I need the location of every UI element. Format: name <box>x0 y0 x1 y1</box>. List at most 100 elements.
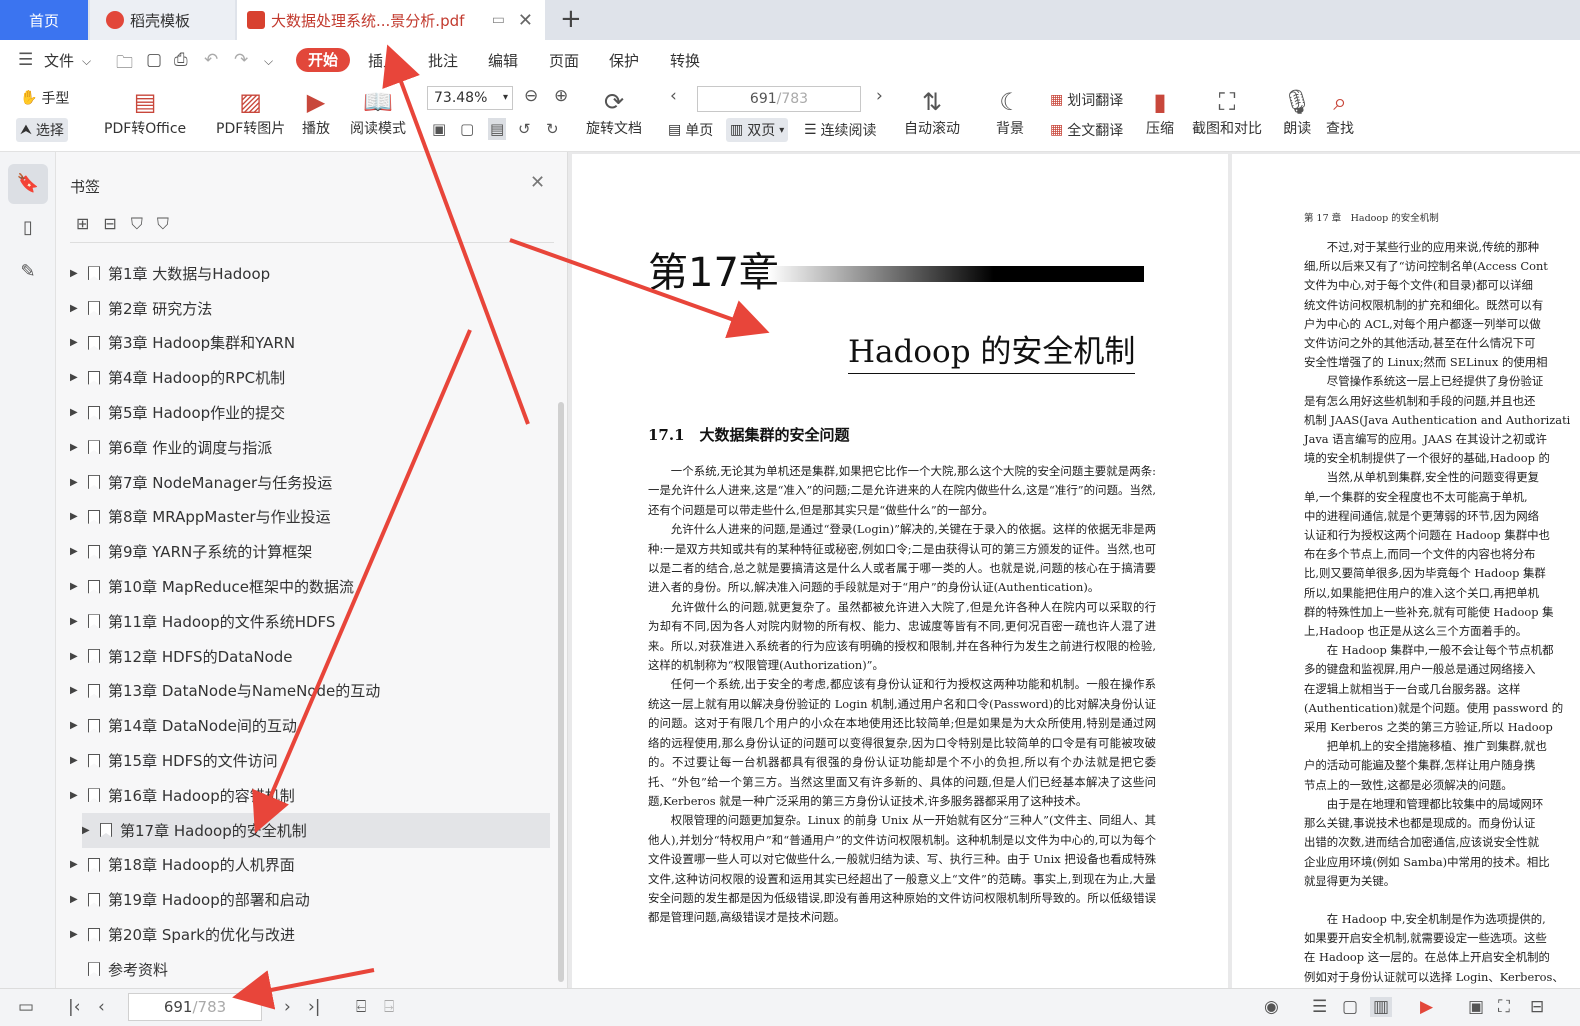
annotation-panel-icon[interactable]: ✎ <box>8 252 48 292</box>
fit-page-icon[interactable]: ▢ <box>460 120 474 138</box>
redo-icon[interactable]: ↷ <box>234 50 248 70</box>
menu-protect[interactable]: 保护 <box>609 50 639 71</box>
close-icon[interactable]: ✕ <box>518 10 533 31</box>
new-tab-button[interactable]: + <box>560 4 582 34</box>
bookmark-item[interactable]: ▶ 第18章 Hadoop的人机界面 <box>56 848 568 883</box>
bookmark-item[interactable]: ▶ 第13章 DataNode与NameNode的互动 <box>56 674 568 709</box>
expand-triangle-icon[interactable]: ▶ <box>70 511 82 522</box>
rotate-right-icon[interactable]: ↻ <box>546 120 559 138</box>
menu-start[interactable]: 开始 <box>296 48 350 72</box>
tab-wps-templates[interactable]: 稻壳模板 <box>90 0 235 40</box>
bookmark-item[interactable]: ▶ 第11章 Hadoop的文件系统HDFS <box>56 604 568 639</box>
sidebar-toggle-icon[interactable]: ▭ <box>18 997 34 1017</box>
bookmark-item[interactable]: ▶ 第1章 大数据与Hadoop <box>56 256 568 291</box>
menu-insert[interactable]: 插入 <box>368 50 398 71</box>
background-button[interactable]: ☾ 背景 <box>996 86 1024 138</box>
eye-protection-icon[interactable]: ◉ <box>1264 997 1279 1017</box>
next-page-icon[interactable]: › <box>284 997 291 1017</box>
menu-annotate[interactable]: 批注 <box>428 50 458 71</box>
fit-page-icon[interactable]: ⛶ <box>1498 997 1510 1017</box>
bookmark-item[interactable]: ▶ 第15章 HDFS的文件访问 <box>56 743 568 778</box>
find-button[interactable]: ⌕ 查找 <box>1326 86 1354 138</box>
expand-triangle-icon[interactable]: ▶ <box>70 303 82 314</box>
expand-triangle-icon[interactable]: ▶ <box>70 859 82 870</box>
expand-triangle-icon[interactable]: ▶ <box>70 685 82 696</box>
bookmark-item[interactable]: ▶ 第9章 YARN子系统的计算框架 <box>56 534 568 569</box>
close-icon[interactable]: ✕ <box>530 172 545 193</box>
expand-triangle-icon[interactable]: ▶ <box>70 372 82 383</box>
bookmark-item[interactable]: ▶ 第12章 HDFS的DataNode <box>56 639 568 674</box>
single-page-button[interactable]: ▤ 单页 <box>668 120 713 140</box>
menu-edit[interactable]: 编辑 <box>488 50 518 71</box>
double-page-button[interactable]: ▥ 双页 ▾ <box>726 118 789 142</box>
monitor-icon[interactable]: ▭ <box>492 12 505 28</box>
bookmark-item[interactable]: 参考资料 <box>56 952 568 987</box>
customize-icon[interactable]: ⌵ <box>264 54 273 69</box>
next-page-icon[interactable]: › <box>876 86 883 106</box>
bookmark-item[interactable]: ▶ 第16章 Hadoop的容错机制 <box>56 778 568 813</box>
expand-triangle-icon[interactable]: ▶ <box>70 581 82 592</box>
full-translate-button[interactable]: ▦ 全文翻译 <box>1050 120 1123 140</box>
pdf-to-office-button[interactable]: ▤ PDF转Office <box>104 86 186 138</box>
page-number-input[interactable]: 691/783 <box>697 86 861 112</box>
bookmark-item[interactable]: ▶ 第10章 MapReduce框架中的数据流 <box>56 569 568 604</box>
fit-width-icon[interactable]: ▤ <box>488 118 507 140</box>
menu-page[interactable]: 页面 <box>549 50 579 71</box>
expand-triangle-icon[interactable]: ▶ <box>70 894 82 905</box>
screenshot-compare-button[interactable]: ⛶ 截图和对比 <box>1192 86 1262 138</box>
scrollbar[interactable] <box>558 402 564 982</box>
bookmark-item[interactable]: ▶ 第7章 NodeManager与任务投运 <box>56 465 568 500</box>
play-icon[interactable]: ▶ <box>1420 997 1433 1017</box>
tab-document[interactable]: 大数据处理系统...景分析.pdf ▭ ✕ <box>237 0 545 40</box>
continuous-mode-icon[interactable]: ☰ <box>1312 997 1327 1017</box>
expand-triangle-icon[interactable]: ▶ <box>70 651 82 662</box>
last-page-icon[interactable]: ›| <box>308 997 321 1017</box>
expand-triangle-icon[interactable]: ▶ <box>70 477 82 488</box>
fit-width-icon[interactable]: ⊟ <box>1530 997 1544 1017</box>
bookmark-delete-icon[interactable]: ⛉ <box>157 214 169 234</box>
add-bookmark-icon[interactable]: ⊞ <box>76 214 89 234</box>
rotate-document-button[interactable]: ⟳ 旋转文档 <box>586 86 642 138</box>
page-number-input[interactable]: 691/783 <box>128 993 262 1021</box>
expand-triangle-icon[interactable]: ▶ <box>70 442 82 453</box>
read-mode-button[interactable]: 📖 阅读模式 <box>350 86 406 138</box>
expand-triangle-icon[interactable]: ▶ <box>70 616 82 627</box>
bookmark-item[interactable]: ▶ 第20章 Spark的优化与改进 <box>56 917 568 952</box>
expand-triangle-icon[interactable]: ▶ <box>70 546 82 557</box>
read-aloud-button[interactable]: 🎙 朗读 <box>1282 86 1312 138</box>
bookmark-item[interactable]: ▶ 第3章 Hadoop集群和YARN <box>56 326 568 361</box>
expand-triangle-icon[interactable]: ▶ <box>70 268 82 279</box>
hand-tool-button[interactable]: ✋ 手型 <box>20 88 69 108</box>
select-tool-button[interactable]: ⮝ 选择 <box>16 118 68 142</box>
auto-scroll-button[interactable]: ⇅ 自动滚动 <box>904 86 960 138</box>
expand-triangle-icon[interactable]: ▶ <box>70 790 82 801</box>
expand-triangle-icon[interactable]: ▶ <box>82 825 94 836</box>
word-translate-button[interactable]: ▦ 划词翻译 <box>1050 90 1123 110</box>
menu-file[interactable]: 文件 <box>44 50 74 71</box>
bookmark-item[interactable]: ▶ 第17章 Hadoop的安全机制 <box>82 812 550 848</box>
zoom-out-icon[interactable]: ⊖ <box>524 86 538 106</box>
single-mode-icon[interactable]: ▢ <box>1342 997 1358 1017</box>
document-view[interactable]: 第17章 Hadoop 的安全机制 17.1 大数据集群的安全问题 一个系统,无… <box>568 152 1580 988</box>
actual-size-icon[interactable]: ▣ <box>432 120 446 138</box>
menu-convert[interactable]: 转换 <box>670 50 700 71</box>
save-icon[interactable]: ▢ <box>146 50 162 70</box>
rotate-left-icon[interactable]: ↺ <box>518 120 531 138</box>
forward-icon[interactable]: ⍈ <box>384 997 394 1017</box>
pdf-to-image-button[interactable]: ▨ PDF转图片 <box>216 86 285 138</box>
undo-icon[interactable]: ↶ <box>204 50 218 70</box>
double-mode-icon[interactable]: ▥ <box>1370 997 1393 1017</box>
actual-size-icon[interactable]: ▣ <box>1468 997 1484 1017</box>
tab-home[interactable]: 首页 <box>0 0 88 40</box>
chevron-down-icon[interactable]: ⌵ <box>82 54 91 69</box>
expand-triangle-icon[interactable]: ▶ <box>70 929 82 940</box>
bookmark-item[interactable]: ▶ 第19章 Hadoop的部署和启动 <box>56 882 568 917</box>
expand-bookmark-icon[interactable]: ⊟ <box>103 214 116 234</box>
bookmark-item[interactable]: ▶ 第5章 Hadoop作业的提交 <box>56 395 568 430</box>
expand-triangle-icon[interactable]: ▶ <box>70 755 82 766</box>
prev-page-icon[interactable]: ‹ <box>670 86 677 106</box>
bookmark-item[interactable]: ▶ 第2章 研究方法 <box>56 291 568 326</box>
zoom-in-icon[interactable]: ⊕ <box>554 86 568 106</box>
zoom-select[interactable]: 73.48% ▾ <box>427 86 513 110</box>
bookmark-item[interactable]: ▶ 第6章 作业的调度与指派 <box>56 430 568 465</box>
